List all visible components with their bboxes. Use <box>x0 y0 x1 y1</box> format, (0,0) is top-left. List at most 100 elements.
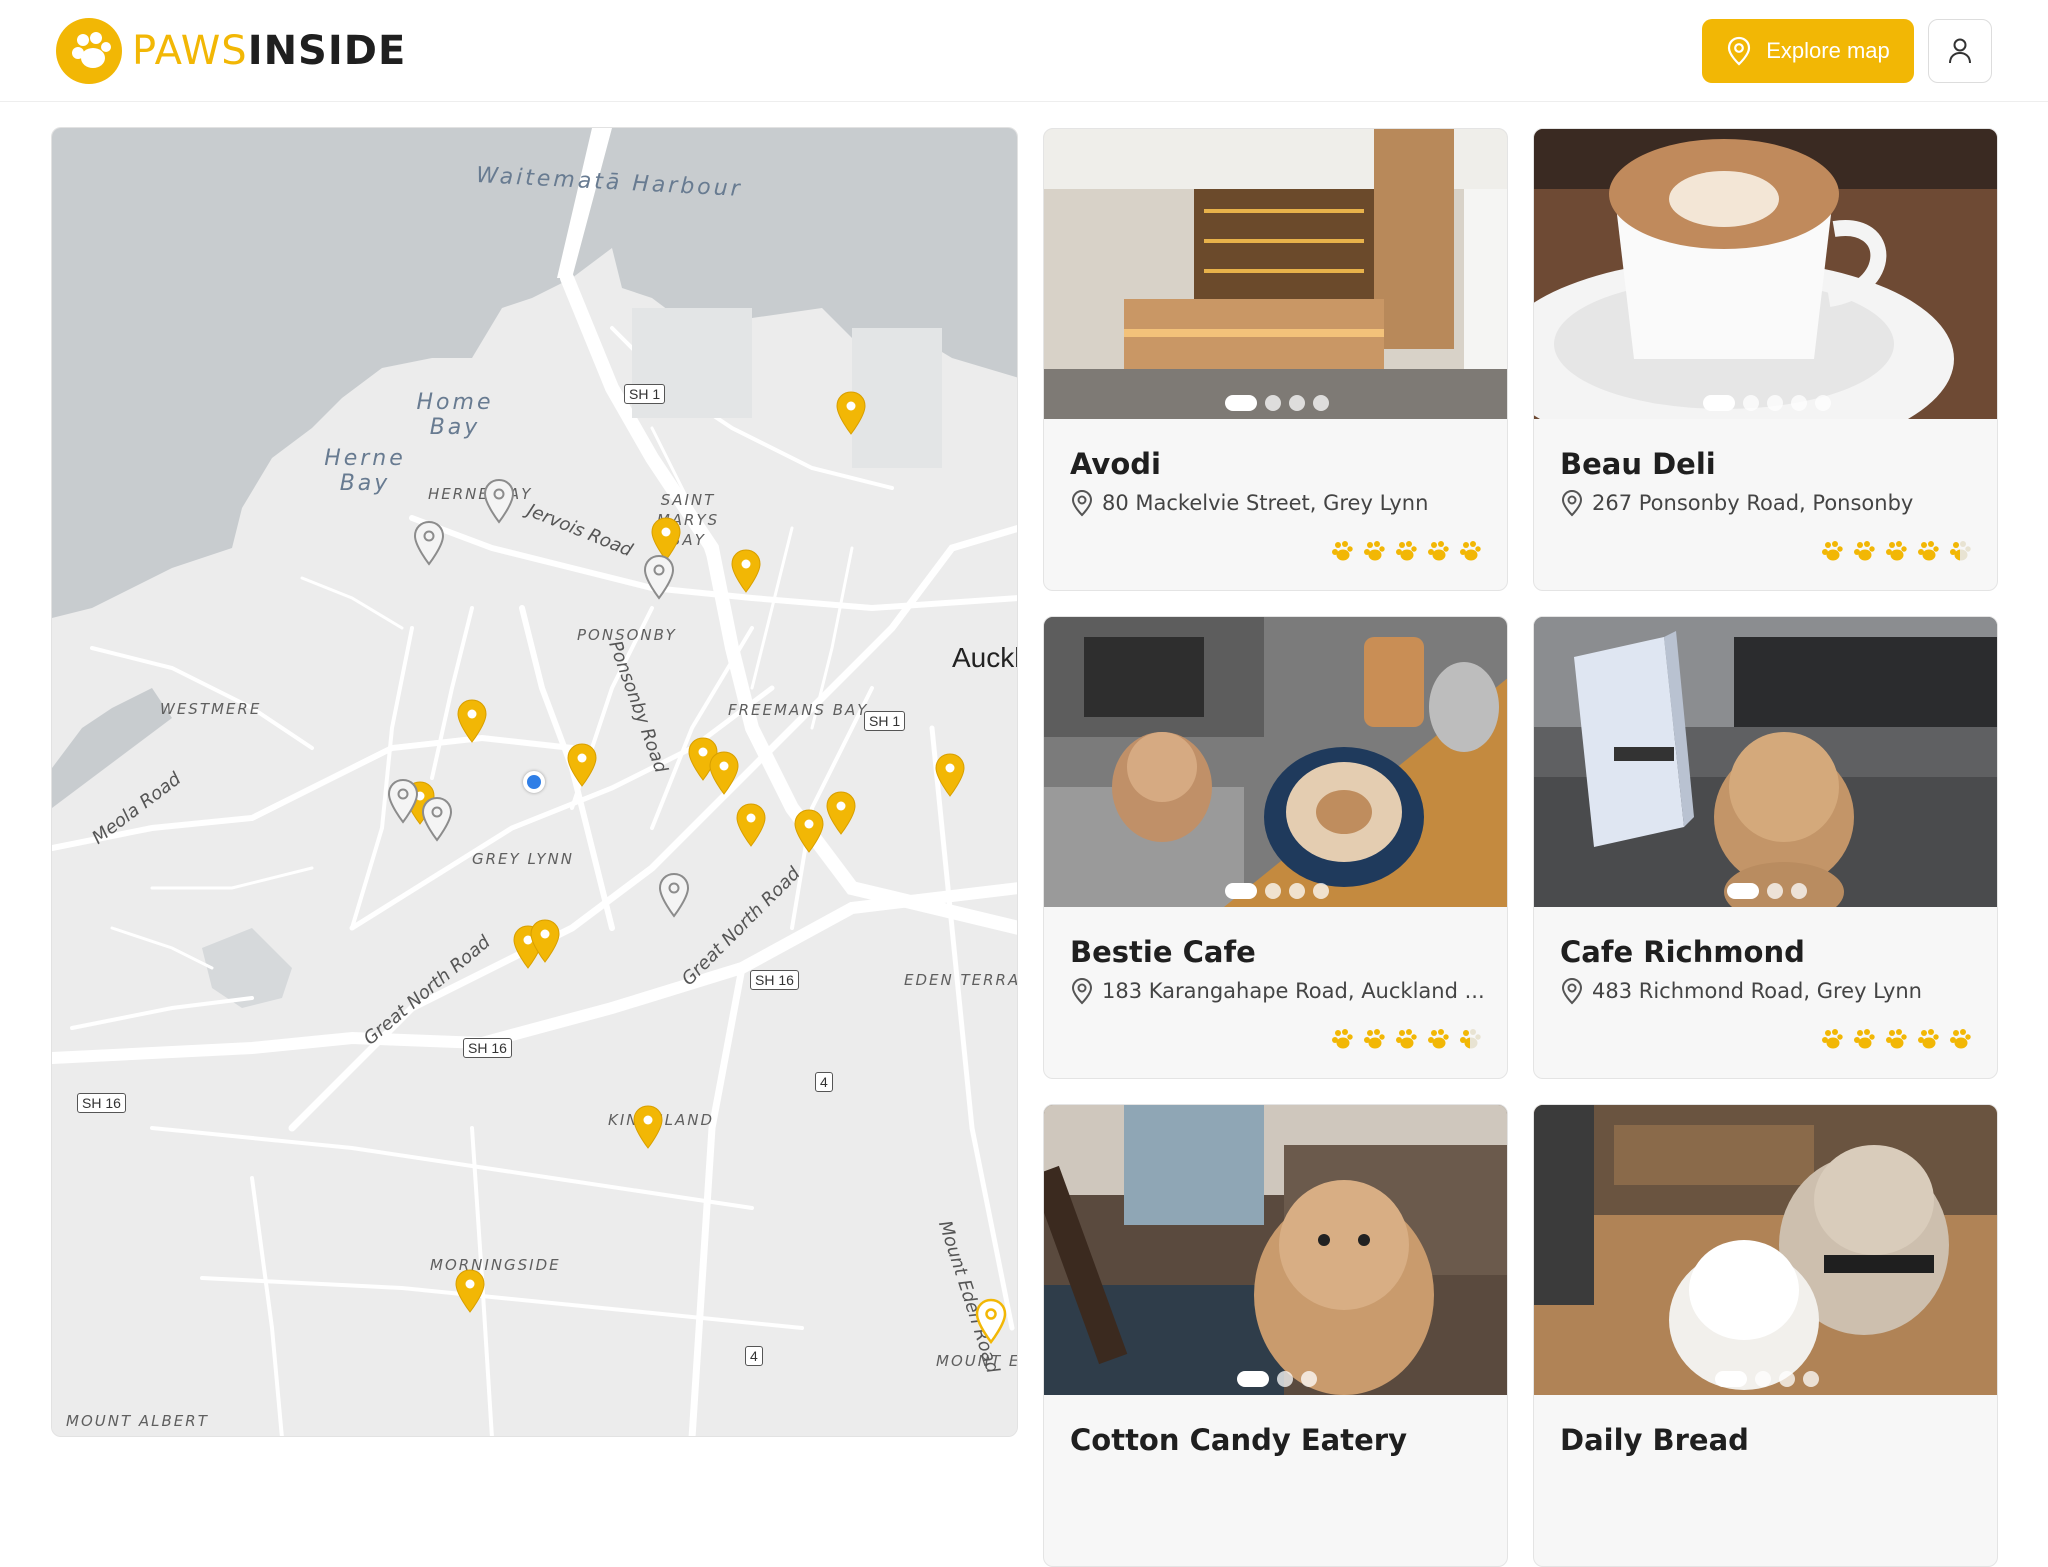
cafe-name: Daily Bread <box>1560 1423 1749 1457</box>
cafe-pin[interactable] <box>707 750 741 796</box>
carousel-dot[interactable] <box>1288 395 1305 411</box>
water-label: Home Bay <box>416 390 494 440</box>
cafe-card[interactable]: Bestie Cafe 183 Karangahape Road, Auckla… <box>1043 616 1508 1079</box>
cafe-pin[interactable] <box>631 1104 665 1150</box>
photo-carousel-dots[interactable] <box>1534 1371 1997 1387</box>
cafe-pin[interactable] <box>455 698 489 744</box>
cafe-name: Beau Deli <box>1560 447 1716 481</box>
cafe-pin[interactable] <box>729 548 763 594</box>
suburb-label: WESTMERE <box>160 700 262 718</box>
carousel-dot[interactable] <box>1726 883 1759 899</box>
user-icon <box>1949 38 1971 64</box>
carousel-dot[interactable] <box>1742 395 1759 411</box>
cafe-pin[interactable] <box>565 742 599 788</box>
cafe-photo[interactable] <box>1044 617 1507 907</box>
cafe-card[interactable]: Avodi 80 Mackelvie Street, Grey Lynn <box>1043 128 1508 591</box>
cafe-address-text: 80 Mackelvie Street, Grey Lynn <box>1102 491 1429 515</box>
highway-shield: SH 1 <box>864 711 906 731</box>
closed-cafe-pin[interactable] <box>482 478 516 524</box>
carousel-dot[interactable] <box>1312 883 1329 899</box>
suburb-label: HERNE BAY <box>428 485 533 503</box>
photo-carousel-dots[interactable] <box>1534 883 1997 899</box>
paw-rating-icon <box>1428 1029 1449 1049</box>
photo-carousel-dots[interactable] <box>1044 1371 1507 1387</box>
cafe-address-text: 483 Richmond Road, Grey Lynn <box>1592 979 1922 1003</box>
cafe-photo[interactable] <box>1534 617 1997 907</box>
carousel-dot[interactable] <box>1224 395 1257 411</box>
map-pin-icon <box>1728 36 1751 66</box>
paw-rating-icon <box>1396 1029 1417 1049</box>
cafe-card[interactable]: Beau Deli 267 Ponsonby Road, Ponsonby <box>1533 128 1998 591</box>
carousel-dot[interactable] <box>1766 395 1783 411</box>
closed-cafe-pin[interactable] <box>412 520 446 566</box>
carousel-dot[interactable] <box>1224 883 1257 899</box>
photo-carousel-dots[interactable] <box>1044 395 1507 411</box>
paw-rating-icon <box>1918 541 1939 561</box>
carousel-dot[interactable] <box>1790 395 1807 411</box>
carousel-dot[interactable] <box>1766 883 1783 899</box>
cafe-pin[interactable] <box>734 802 768 848</box>
paw-rating-icon <box>1822 541 1843 561</box>
location-pin-icon <box>1561 489 1583 517</box>
cafe-pin[interactable] <box>974 1298 1008 1344</box>
closed-cafe-pin[interactable] <box>642 554 676 600</box>
photo-carousel-dots[interactable] <box>1044 883 1507 899</box>
closed-cafe-pin[interactable] <box>386 778 420 824</box>
paw-rating <box>1329 1026 1483 1052</box>
carousel-dot[interactable] <box>1778 1371 1795 1387</box>
photo-carousel-dots[interactable] <box>1534 395 1997 411</box>
cafe-address-text: 183 Karangahape Road, Auckland ... <box>1102 979 1485 1003</box>
cafe-photo[interactable] <box>1044 129 1507 419</box>
cafe-card[interactable]: Cotton Candy Eatery <box>1043 1104 1508 1567</box>
logo[interactable]: PAWSINSIDE <box>56 18 406 84</box>
cafe-pin[interactable] <box>453 1268 487 1314</box>
cafe-name: Cafe Richmond <box>1560 935 1805 969</box>
carousel-dot[interactable] <box>1300 1371 1317 1387</box>
cafe-address: 183 Karangahape Road, Auckland ... <box>1070 977 1485 1005</box>
top-bar: PAWSINSIDE Explore map <box>0 0 2048 102</box>
paw-rating-icon <box>1822 1029 1843 1049</box>
carousel-dot[interactable] <box>1276 1371 1293 1387</box>
map-panel[interactable]: Waitematā Harbour Home Bay Herne Bay HER… <box>51 127 1018 1437</box>
carousel-dot[interactable] <box>1236 1371 1269 1387</box>
location-pin-icon <box>1071 977 1093 1005</box>
cafe-pin[interactable] <box>933 752 967 798</box>
closed-cafe-pin[interactable] <box>657 872 691 918</box>
carousel-dot[interactable] <box>1264 883 1281 899</box>
carousel-dot[interactable] <box>1264 395 1281 411</box>
carousel-dot[interactable] <box>1714 1371 1747 1387</box>
cafe-card[interactable]: Daily Bread <box>1533 1104 1998 1567</box>
paw-rating-icon <box>1854 541 1875 561</box>
cafe-pin[interactable] <box>792 808 826 854</box>
closed-cafe-pin[interactable] <box>420 796 454 842</box>
cafe-address-text: 267 Ponsonby Road, Ponsonby <box>1592 491 1914 515</box>
carousel-dot[interactable] <box>1288 883 1305 899</box>
paw-rating-icon <box>1364 541 1385 561</box>
carousel-dot[interactable] <box>1802 1371 1819 1387</box>
highway-shield: SH 1 <box>624 384 666 404</box>
carousel-dot[interactable] <box>1702 395 1735 411</box>
cafe-photo[interactable] <box>1534 129 1997 419</box>
cafe-card[interactable]: Cafe Richmond 483 Richmond Road, Grey Ly… <box>1533 616 1998 1079</box>
cafe-pin[interactable] <box>824 790 858 836</box>
carousel-dot[interactable] <box>1312 395 1329 411</box>
cafe-pin[interactable] <box>528 918 562 964</box>
cafe-photo[interactable] <box>1044 1105 1507 1395</box>
cafe-name: Bestie Cafe <box>1070 935 1256 969</box>
cafe-address: 267 Ponsonby Road, Ponsonby <box>1560 489 1913 517</box>
paw-rating-icon <box>1428 541 1449 561</box>
account-button[interactable] <box>1928 19 1992 83</box>
carousel-dot[interactable] <box>1754 1371 1771 1387</box>
paw-rating <box>1819 538 1973 564</box>
suburb-label: GREY LYNN <box>472 850 574 868</box>
carousel-dot[interactable] <box>1814 395 1831 411</box>
paw-rating-icon <box>1886 541 1907 561</box>
paw-rating-icon <box>1886 1029 1907 1049</box>
explore-map-button[interactable]: Explore map <box>1702 19 1914 83</box>
paw-rating-icon <box>1854 1029 1875 1049</box>
cafe-pin[interactable] <box>834 390 868 436</box>
cafe-name: Avodi <box>1070 447 1161 481</box>
cafe-photo[interactable] <box>1534 1105 1997 1395</box>
highway-shield: 4 <box>745 1346 763 1366</box>
carousel-dot[interactable] <box>1790 883 1807 899</box>
